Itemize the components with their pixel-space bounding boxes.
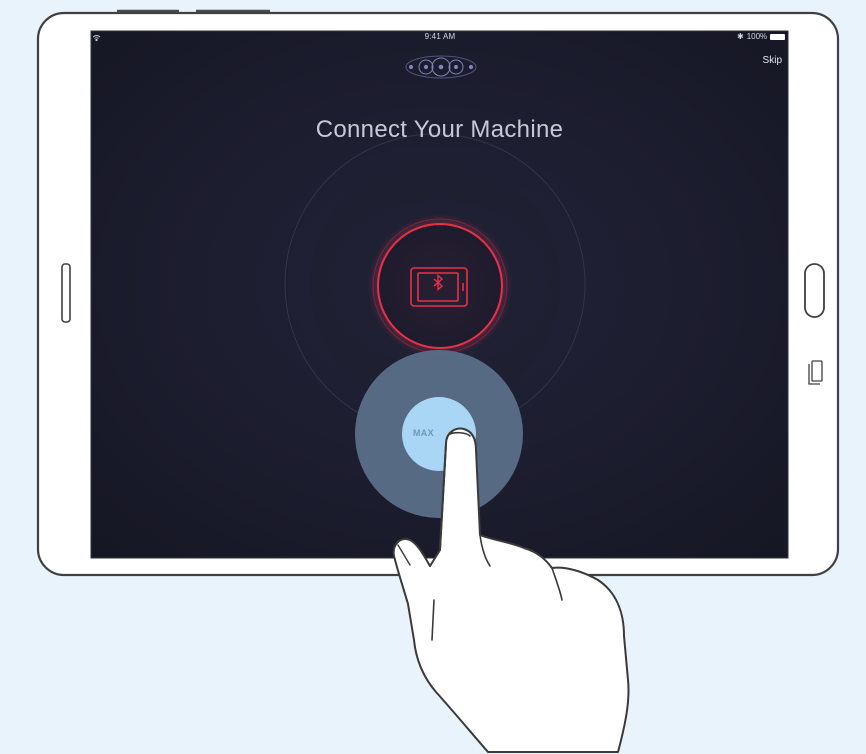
battery-percent: 100% — [746, 32, 768, 41]
skip-button[interactable]: Skip — [742, 55, 782, 66]
max-button-label: MAX — [413, 428, 434, 438]
page-title: Connect Your Machine — [315, 116, 564, 143]
side-slot — [61, 263, 71, 323]
illustration-stage: 9:41 AM ✱ 100% Skip Connect Your Machine… — [0, 0, 866, 754]
tablet-illustration — [36, 9, 840, 753]
bluetooth-icon: ✱ — [737, 32, 744, 41]
connect-ring[interactable] — [377, 223, 503, 349]
status-battery-group: ✱ 100% — [737, 32, 786, 41]
home-button — [804, 263, 825, 318]
battery-icon — [770, 33, 786, 40]
